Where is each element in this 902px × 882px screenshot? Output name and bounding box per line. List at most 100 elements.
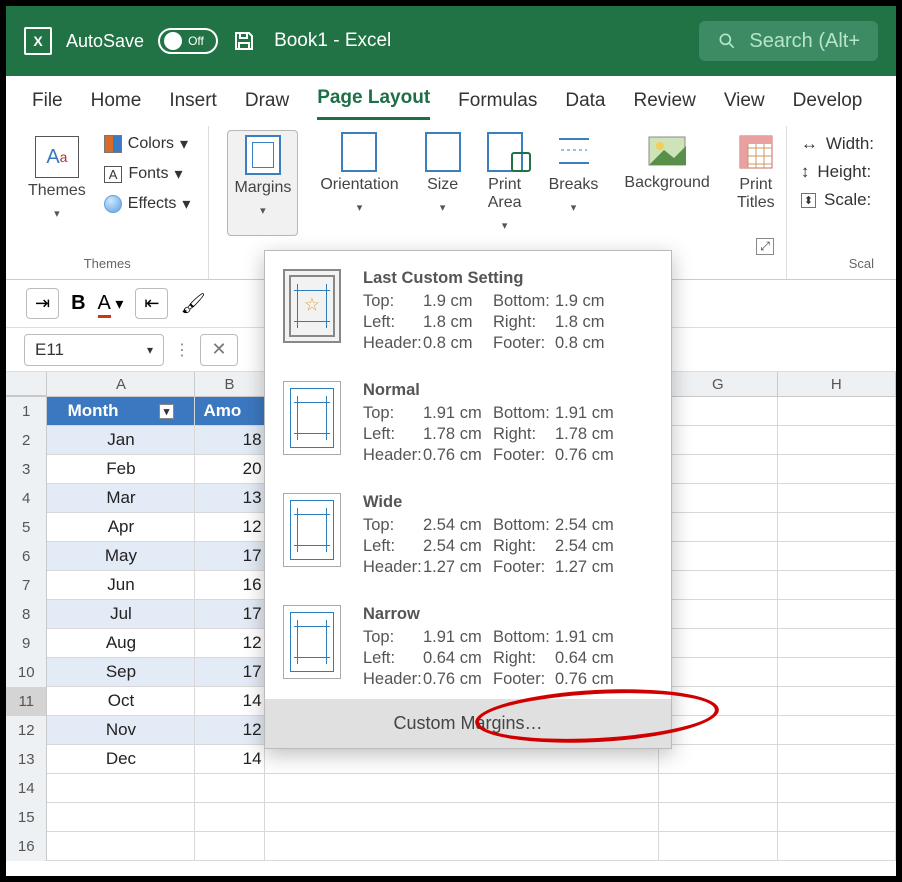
cell[interactable] bbox=[659, 484, 777, 513]
cell[interactable]: 17 bbox=[195, 542, 264, 571]
tab-page-layout[interactable]: Page Layout bbox=[317, 87, 430, 120]
cell[interactable] bbox=[659, 687, 777, 716]
cell[interactable] bbox=[778, 571, 896, 600]
cell[interactable]: Jul bbox=[47, 600, 195, 629]
margin-preset-normal[interactable]: NormalTop:1.91 cmBottom:1.91 cmLeft:1.78… bbox=[265, 363, 671, 475]
cell[interactable] bbox=[659, 455, 777, 484]
tab-develop[interactable]: Develop bbox=[793, 90, 863, 120]
row-header[interactable]: 13 bbox=[6, 745, 47, 774]
column-header[interactable]: H bbox=[778, 372, 896, 396]
cell[interactable] bbox=[778, 832, 896, 861]
margin-preset-narrow[interactable]: NarrowTop:1.91 cmBottom:1.91 cmLeft:0.64… bbox=[265, 587, 671, 699]
cell[interactable]: 18 bbox=[195, 426, 264, 455]
cancel-button[interactable]: ✕ bbox=[200, 334, 238, 366]
cell[interactable] bbox=[659, 774, 777, 803]
cell[interactable]: Month▾ bbox=[47, 397, 195, 426]
print-titles-button[interactable]: Print Titles bbox=[732, 130, 780, 236]
cell[interactable] bbox=[47, 774, 195, 803]
cell[interactable] bbox=[778, 513, 896, 542]
row-header[interactable]: 4 bbox=[6, 484, 47, 513]
cell[interactable]: 14 bbox=[195, 687, 264, 716]
select-all-corner[interactable] bbox=[6, 372, 47, 396]
row-header[interactable]: 2 bbox=[6, 426, 47, 455]
cell[interactable]: Sep bbox=[47, 658, 195, 687]
row-header[interactable]: 7 bbox=[6, 571, 47, 600]
name-box[interactable]: E11 ▾ bbox=[24, 334, 164, 366]
cell[interactable] bbox=[659, 426, 777, 455]
width-row[interactable]: ↔Width: bbox=[801, 130, 874, 158]
filter-dropdown-icon[interactable]: ▾ bbox=[159, 404, 175, 419]
tab-home[interactable]: Home bbox=[91, 90, 142, 120]
outdent-button[interactable]: ⇤ bbox=[135, 288, 168, 319]
cell[interactable]: Oct bbox=[47, 687, 195, 716]
cell[interactable]: May bbox=[47, 542, 195, 571]
cell[interactable]: 16 bbox=[195, 571, 264, 600]
background-button[interactable]: Background bbox=[620, 130, 713, 236]
cell[interactable] bbox=[659, 629, 777, 658]
page-setup-launcher[interactable]: ⤢ bbox=[756, 238, 774, 255]
row-header[interactable]: 14 bbox=[6, 774, 47, 803]
cell[interactable] bbox=[778, 542, 896, 571]
custom-margins-button[interactable]: Custom Margins… bbox=[265, 699, 671, 748]
cell[interactable]: 14 bbox=[195, 745, 264, 774]
cell[interactable]: Aug bbox=[47, 629, 195, 658]
cell[interactable] bbox=[659, 600, 777, 629]
row-header[interactable]: 15 bbox=[6, 803, 47, 832]
height-row[interactable]: ↕Height: bbox=[801, 158, 871, 186]
scale-row[interactable]: ⬍Scale: bbox=[801, 186, 871, 214]
cell[interactable]: 20 bbox=[195, 455, 264, 484]
cell[interactable]: Apr bbox=[47, 513, 195, 542]
row-header[interactable]: 3 bbox=[6, 455, 47, 484]
cell[interactable] bbox=[265, 745, 660, 774]
row-header[interactable]: 11 bbox=[6, 687, 47, 716]
orientation-button[interactable]: Orientation bbox=[316, 130, 402, 236]
cell[interactable] bbox=[265, 803, 660, 832]
tab-data[interactable]: Data bbox=[565, 90, 605, 120]
margin-preset-wide[interactable]: WideTop:2.54 cmBottom:2.54 cmLeft:2.54 c… bbox=[265, 475, 671, 587]
tab-view[interactable]: View bbox=[724, 90, 765, 120]
row-header[interactable]: 16 bbox=[6, 832, 47, 861]
cell[interactable]: 12 bbox=[195, 629, 264, 658]
print-area-button[interactable]: Print Area bbox=[483, 130, 527, 236]
cell[interactable]: Jun bbox=[47, 571, 195, 600]
cell[interactable] bbox=[47, 803, 195, 832]
cell[interactable] bbox=[659, 658, 777, 687]
cell[interactable]: 17 bbox=[195, 658, 264, 687]
cell[interactable] bbox=[778, 484, 896, 513]
size-button[interactable]: Size bbox=[421, 130, 465, 236]
cell[interactable] bbox=[659, 745, 777, 774]
cell[interactable] bbox=[195, 774, 264, 803]
cell[interactable]: Mar bbox=[47, 484, 195, 513]
cell[interactable] bbox=[778, 716, 896, 745]
tab-file[interactable]: File bbox=[32, 90, 63, 120]
cell[interactable]: 12 bbox=[195, 716, 264, 745]
row-header[interactable]: 9 bbox=[6, 629, 47, 658]
row-header[interactable]: 10 bbox=[6, 658, 47, 687]
cell[interactable] bbox=[659, 803, 777, 832]
fonts-button[interactable]: AFonts ▾ bbox=[104, 164, 191, 184]
cell[interactable] bbox=[778, 745, 896, 774]
tab-review[interactable]: Review bbox=[634, 90, 696, 120]
cell[interactable] bbox=[659, 832, 777, 861]
cell[interactable] bbox=[265, 774, 660, 803]
save-icon[interactable] bbox=[232, 29, 256, 53]
cell[interactable] bbox=[659, 513, 777, 542]
cell[interactable]: Amo bbox=[195, 397, 264, 426]
cell[interactable] bbox=[195, 803, 264, 832]
row-header[interactable]: 6 bbox=[6, 542, 47, 571]
cell[interactable] bbox=[265, 832, 660, 861]
cell[interactable] bbox=[659, 716, 777, 745]
cell[interactable] bbox=[47, 832, 195, 861]
indent-button[interactable]: ⇥ bbox=[26, 288, 59, 319]
cell[interactable] bbox=[778, 600, 896, 629]
cell[interactable] bbox=[778, 658, 896, 687]
tab-draw[interactable]: Draw bbox=[245, 90, 289, 120]
cell[interactable] bbox=[778, 687, 896, 716]
cell[interactable] bbox=[195, 832, 264, 861]
format-painter-button[interactable]: 🖌 bbox=[180, 291, 205, 316]
cell[interactable]: Feb bbox=[47, 455, 195, 484]
cell[interactable] bbox=[659, 397, 777, 426]
cell[interactable]: Dec bbox=[47, 745, 195, 774]
cell[interactable] bbox=[778, 803, 896, 832]
cell[interactable]: 17 bbox=[195, 600, 264, 629]
